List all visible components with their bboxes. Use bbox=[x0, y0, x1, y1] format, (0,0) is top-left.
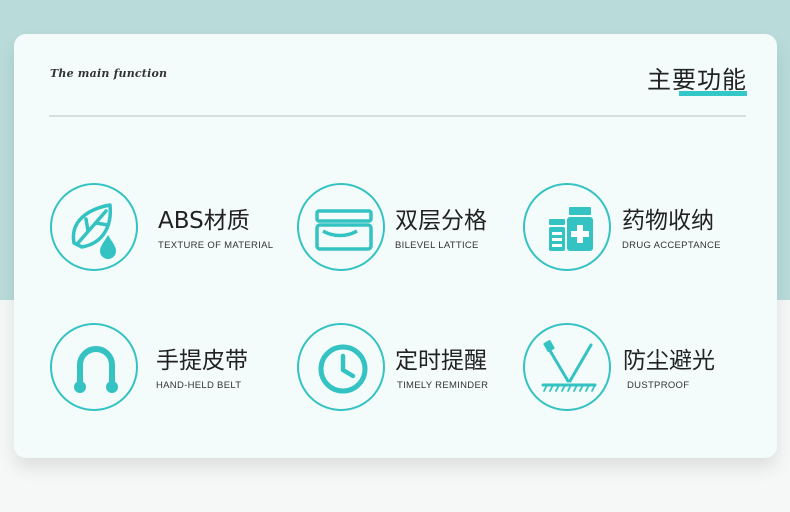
feature-desc: BILEVEL LATTICE bbox=[395, 240, 479, 251]
feature-desc: DRUG ACCEPTANCE bbox=[622, 240, 721, 251]
feature-name: ABS材质 bbox=[158, 208, 250, 234]
feature-name: 双层分格 bbox=[395, 208, 487, 234]
feature-name: 药物收纳 bbox=[622, 208, 714, 234]
feature-hand-held-belt: 手提皮带 HAND-HELD BELT bbox=[50, 323, 290, 415]
section-subtitle: The main function bbox=[50, 67, 168, 80]
clock-icon bbox=[297, 323, 385, 411]
layered-box-icon bbox=[297, 183, 385, 271]
feature-name: 手提皮带 bbox=[156, 348, 248, 374]
feature-drug-acceptance: 药物收纳 DRUG ACCEPTANCE bbox=[523, 183, 763, 275]
feature-desc: TEXTURE OF MATERIAL bbox=[158, 240, 274, 251]
feature-dustproof: 防尘避光 DUSTPROOF bbox=[523, 323, 763, 415]
feature-abs-material: ABS材质 TEXTURE OF MATERIAL bbox=[50, 183, 290, 275]
feature-desc: DUSTPROOF bbox=[627, 380, 690, 391]
feature-name: 定时提醒 bbox=[395, 348, 487, 374]
handle-strap-icon bbox=[50, 323, 138, 411]
dustproof-icon bbox=[523, 323, 611, 411]
feature-desc: HAND-HELD BELT bbox=[156, 380, 242, 391]
feature-timely-reminder: 定时提醒 TIMELY REMINDER bbox=[297, 323, 537, 415]
feature-desc: TIMELY REMINDER bbox=[397, 380, 489, 391]
medicine-bottles-icon bbox=[523, 183, 611, 271]
header-divider bbox=[49, 115, 746, 117]
title-underline bbox=[679, 91, 747, 96]
features-card: The main function 主要功能 ABS材质 TEXTURE OF … bbox=[14, 34, 777, 458]
feature-bilevel-lattice: 双层分格 BILEVEL LATTICE bbox=[297, 183, 537, 275]
feature-name: 防尘避光 bbox=[623, 348, 715, 374]
leaf-water-icon bbox=[50, 183, 138, 271]
